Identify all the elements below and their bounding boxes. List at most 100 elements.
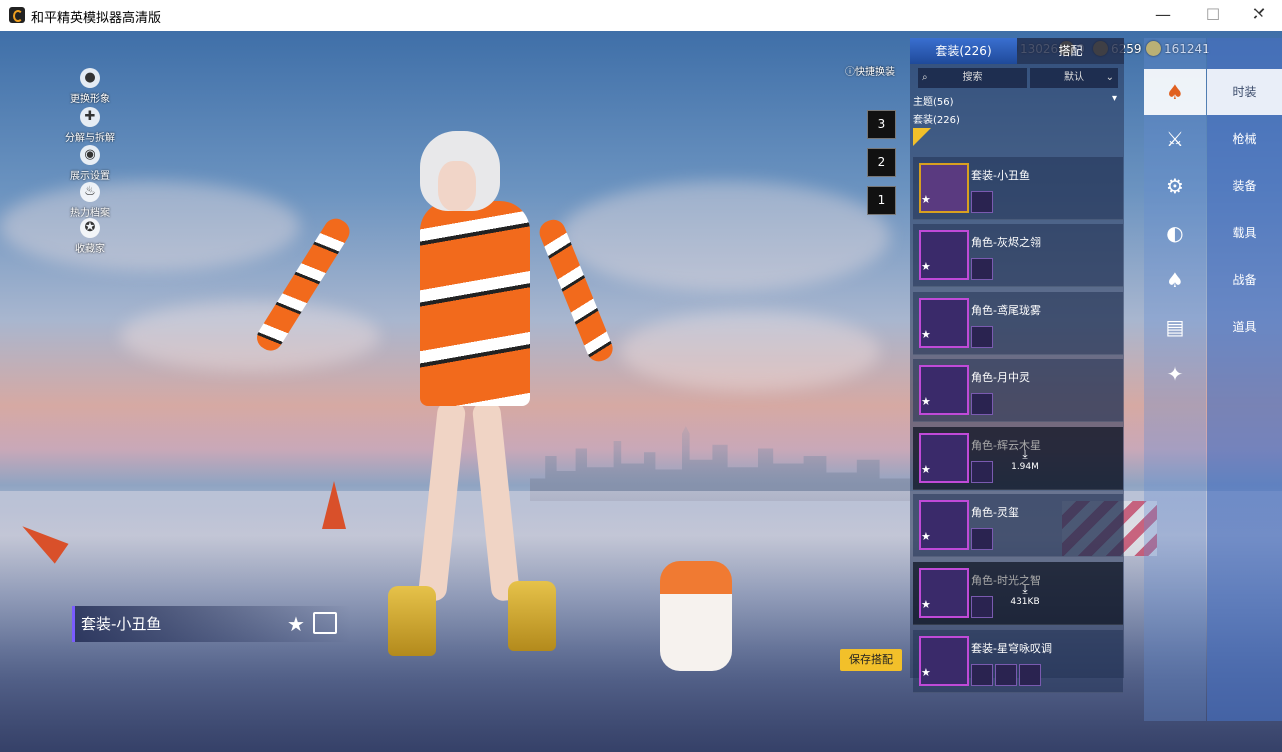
dropdown-arrow-icon: ▾ <box>1111 93 1117 104</box>
left-menu-item[interactable]: ♨ 热力档案 <box>60 182 120 219</box>
outfit-list-item[interactable]: ★ 角色-灵玺 <box>913 494 1123 557</box>
close-screen-button[interactable]: ✕ <box>1245 4 1279 38</box>
sort-label: 默认 <box>1064 72 1084 83</box>
outfit-list-item[interactable]: ★ 套装-星穹咏叹调 <box>913 630 1123 693</box>
outfit-list-item[interactable]: ★ 角色-月中灵 <box>913 359 1123 422</box>
card-icon[interactable]: ▤ <box>1144 304 1206 350</box>
quick-slot-2[interactable]: 2 <box>867 148 896 177</box>
favorite-star-icon: ★ <box>921 598 931 611</box>
download-indicator[interactable]: ⤓ 1.94M <box>1010 447 1040 472</box>
outfit-name: 角色-灰烬之翎 <box>971 236 1041 249</box>
cloud <box>0 181 300 271</box>
character-face <box>438 161 476 211</box>
left-menu-item[interactable]: ✚ 分解与拆解 <box>60 107 120 144</box>
minimize-button[interactable]: — <box>1140 0 1186 31</box>
pet-companion <box>660 561 732 671</box>
outfit-piece-thumbnail <box>971 664 993 686</box>
favorite-star-icon: ★ <box>921 193 931 206</box>
mask-icon[interactable]: ◐ <box>1144 210 1206 256</box>
set-header: 套装(226) <box>913 115 960 126</box>
outfit-name: 套装-星穹咏叹调 <box>971 642 1052 655</box>
favorite-star-icon: ★ <box>921 463 931 476</box>
panel-tabs: 套装(226) 搭配 <box>910 38 1124 64</box>
character-boot <box>388 586 436 656</box>
traffic-cone <box>322 481 346 529</box>
left-menu-label: 展示设置 <box>70 171 110 182</box>
cloud <box>120 301 380 371</box>
left-menu-label: 更换形象 <box>70 94 110 105</box>
search-icon: ⌕ <box>922 72 928 83</box>
left-menu-item[interactable]: ◉ 展示设置 <box>60 145 120 182</box>
outfit-name: 套装-小丑鱼 <box>971 169 1030 182</box>
left-menu-label: 收藏家 <box>75 244 105 255</box>
app-logo-icon <box>9 7 25 23</box>
left-menu-item[interactable]: ● 更换形象 <box>60 68 120 105</box>
category-tab[interactable]: 枪械 <box>1207 116 1282 162</box>
theme-filter[interactable]: 主题(56) ▾ <box>913 93 1121 108</box>
outfit-list-item[interactable]: ★ 角色-灰烬之翎 <box>913 224 1123 287</box>
outfit-list-item[interactable]: ★ 角色-鸢尾珑雾 <box>913 292 1123 355</box>
outfit-piece-thumbnail <box>1019 664 1041 686</box>
category-tab[interactable]: 战备 <box>1207 257 1282 303</box>
outfit-piece-thumbnail <box>971 596 993 618</box>
outfit-icon[interactable]: ♠ <box>1144 69 1206 115</box>
outfit-name: 角色-月中灵 <box>971 371 1030 384</box>
flame-icon: ♨ <box>80 182 100 202</box>
outfit-piece-thumbnail <box>995 664 1017 686</box>
weapon-icon[interactable]: ⚔ <box>1144 116 1206 162</box>
avatar-icon: ● <box>80 68 100 88</box>
cloud <box>560 181 890 291</box>
download-icon: ⤓ <box>1022 447 1028 461</box>
cloud <box>620 311 880 391</box>
tab-sets[interactable]: 套装(226) <box>910 38 1017 64</box>
share-icon[interactable] <box>313 612 337 634</box>
category-tab[interactable]: 时装 <box>1207 69 1282 115</box>
favorite-star-icon: ★ <box>921 666 931 679</box>
favorite-star-icon: ★ <box>921 260 931 273</box>
collector-badge-icon: ✪ <box>80 218 100 238</box>
left-menu-label: 分解与拆解 <box>65 133 115 144</box>
outfit-list-item[interactable]: ★ 角色-辉云木星 ⤓ 1.94M <box>913 427 1123 490</box>
download-icon: ⤓ <box>1022 582 1028 596</box>
window-titlebar: 和平精英模拟器高清版 — ☐ ✕ <box>0 0 1282 32</box>
outfit-piece-thumbnail <box>971 191 993 213</box>
theme-header: 主题(56) <box>913 97 954 108</box>
tab-combos[interactable]: 搭配 <box>1017 38 1124 64</box>
gear-icon[interactable]: ⚙ <box>1144 163 1206 209</box>
quick-slot-3[interactable]: 3 <box>867 110 896 139</box>
quick-swap-text: 快捷换装 <box>855 67 895 78</box>
window-title: 和平精英模拟器高清版 <box>31 11 162 26</box>
quick-swap-label: ⓘ快捷换装 <box>845 67 895 78</box>
outfit-list-item[interactable]: ★ 套装-小丑鱼 <box>913 157 1123 220</box>
save-outfit-button[interactable]: 保存搭配 <box>840 649 902 671</box>
puzzle-icon: ✚ <box>80 107 100 127</box>
outfit-name: 角色-鸢尾珑雾 <box>971 304 1041 317</box>
category-tab[interactable]: 载具 <box>1207 210 1282 256</box>
outfit-piece-thumbnail <box>971 393 993 415</box>
outfit-piece-thumbnail <box>971 258 993 280</box>
vehicle-icon[interactable]: ♠ <box>1144 257 1206 303</box>
search-input[interactable]: ⌕ 搜索 <box>918 68 1027 88</box>
city-skyline <box>530 426 910 501</box>
favorite-star-icon[interactable]: ★ <box>287 612 305 636</box>
sort-select[interactable]: 默认 ⌄ <box>1030 68 1118 88</box>
maximize-button[interactable]: ☐ <box>1190 0 1236 31</box>
selected-check-icon <box>913 128 931 146</box>
outfit-piece-thumbnail <box>971 461 993 483</box>
category-tab[interactable]: 装备 <box>1207 163 1282 209</box>
favorite-star-icon: ★ <box>921 395 931 408</box>
outfit-piece-thumbnail <box>971 528 993 550</box>
chevron-down-icon: ⌄ <box>1105 72 1114 83</box>
download-indicator[interactable]: ⤓ 431KB <box>1010 582 1040 607</box>
item-icon[interactable]: ✦ <box>1144 351 1206 397</box>
outfit-list-item[interactable]: ★ 角色-时光之智 ⤓ 431KB <box>913 562 1123 625</box>
category-tab[interactable]: 道具 <box>1207 304 1282 350</box>
download-size: 1.94M <box>1011 462 1039 472</box>
left-menu-item[interactable]: ✪ 收藏家 <box>60 218 120 255</box>
favorite-star-icon: ★ <box>921 328 931 341</box>
current-outfit-name: 套装-小丑鱼 <box>72 606 351 642</box>
favorite-star-icon: ★ <box>921 530 931 543</box>
quick-slot-1[interactable]: 1 <box>867 186 896 215</box>
character-boot <box>508 581 556 651</box>
search-label: 搜索 <box>962 72 983 83</box>
